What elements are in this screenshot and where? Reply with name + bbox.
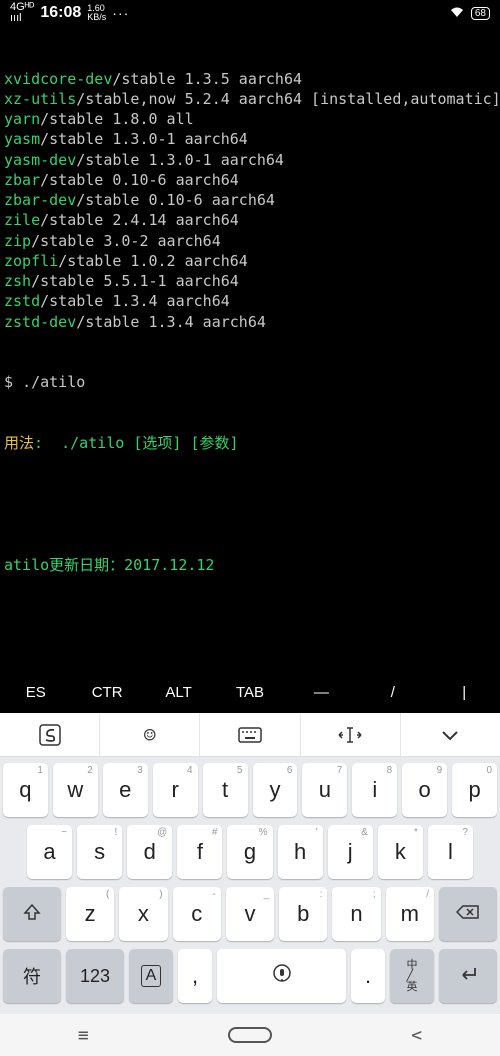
signal-indicator: 4Gᴴᴰ bbox=[10, 1, 34, 13]
command-typed: ./atilo bbox=[22, 373, 85, 391]
shift-key[interactable] bbox=[3, 887, 61, 941]
collapse-icon[interactable] bbox=[401, 713, 500, 756]
package-line: zbar/stable 0.10-6 aarch64 bbox=[4, 170, 496, 190]
key-s[interactable]: !s bbox=[77, 825, 122, 879]
comma-key[interactable]: , bbox=[178, 949, 212, 1003]
shell-prompt: $ bbox=[4, 373, 22, 391]
key-m[interactable]: /m bbox=[386, 887, 434, 941]
package-line: zip/stable 3.0-2 aarch64 bbox=[4, 231, 496, 251]
period-key[interactable]: . bbox=[351, 949, 385, 1003]
package-line: zsh/stable 5.5.1-1 aarch64 bbox=[4, 271, 496, 291]
ime-toolbar: ☺ bbox=[0, 713, 500, 757]
enter-key[interactable] bbox=[439, 949, 497, 1003]
key-ctrl[interactable]: CTR bbox=[71, 684, 142, 701]
nav-home-icon[interactable] bbox=[225, 1027, 275, 1043]
package-line: yasm-dev/stable 1.3.0-1 aarch64 bbox=[4, 150, 496, 170]
key-slash[interactable]: / bbox=[357, 684, 428, 701]
update-info: atilo更新日期：2017.12.12 bbox=[4, 555, 496, 575]
key-o[interactable]: 9o bbox=[402, 763, 447, 817]
key-a[interactable]: ~a bbox=[27, 825, 72, 879]
key-t[interactable]: 5t bbox=[203, 763, 248, 817]
symbol-key[interactable]: 符 bbox=[3, 949, 61, 1003]
usage-text: : ./atilo [选项] [参数] bbox=[34, 434, 239, 452]
key-v[interactable]: _v bbox=[226, 887, 274, 941]
key-u[interactable]: 7u bbox=[302, 763, 347, 817]
backspace-key[interactable] bbox=[439, 887, 497, 941]
space-key[interactable] bbox=[217, 949, 346, 1003]
package-line: zopfli/stable 1.0.2 aarch64 bbox=[4, 251, 496, 271]
android-navbar: ≡ < bbox=[0, 1014, 500, 1056]
key-p[interactable]: 0p bbox=[452, 763, 497, 817]
nav-back-icon[interactable]: < bbox=[392, 1025, 442, 1046]
ime-switch-key[interactable]: 中╱英 bbox=[390, 949, 434, 1003]
clock: 16:08 bbox=[40, 4, 81, 22]
terminal-key-row: ES CTR ALT TAB — / | bbox=[0, 671, 500, 713]
package-line: zbar-dev/stable 0.10-6 aarch64 bbox=[4, 190, 496, 210]
lang-key[interactable]: A bbox=[129, 949, 173, 1003]
more-indicator: ··· bbox=[112, 5, 129, 21]
key-e[interactable]: 3e bbox=[103, 763, 148, 817]
emoji-icon[interactable]: ☺ bbox=[100, 713, 200, 756]
key-alt[interactable]: ALT bbox=[143, 684, 214, 701]
terminal-output[interactable]: xvidcore-dev/stable 1.3.5 aarch64xz-util… bbox=[0, 26, 500, 671]
key-n[interactable]: ;n bbox=[332, 887, 380, 941]
package-line: zstd-dev/stable 1.3.4 aarch64 bbox=[4, 312, 496, 332]
nav-menu-icon[interactable]: ≡ bbox=[58, 1025, 108, 1046]
number-key[interactable]: 123 bbox=[66, 949, 124, 1003]
sogou-icon[interactable] bbox=[0, 713, 100, 756]
package-line: xz-utils/stable,now 5.2.4 aarch64 [insta… bbox=[4, 89, 496, 109]
key-z[interactable]: (z bbox=[66, 887, 114, 941]
key-esc[interactable]: ES bbox=[0, 684, 71, 701]
package-line: zile/stable 2.4.14 aarch64 bbox=[4, 210, 496, 230]
wifi-icon bbox=[449, 6, 465, 21]
cursor-icon[interactable] bbox=[301, 713, 401, 756]
keyboard-icon[interactable] bbox=[200, 713, 300, 756]
key-g[interactable]: %g bbox=[227, 825, 272, 879]
key-x[interactable]: )x bbox=[119, 887, 167, 941]
usage-label: 用法 bbox=[4, 434, 34, 452]
key-k[interactable]: *k bbox=[378, 825, 423, 879]
key-tab[interactable]: TAB bbox=[214, 684, 285, 701]
key-i[interactable]: 8i bbox=[352, 763, 397, 817]
key-l[interactable]: ?l bbox=[428, 825, 473, 879]
key-f[interactable]: #f bbox=[177, 825, 222, 879]
key-j[interactable]: &j bbox=[328, 825, 373, 879]
key-w[interactable]: 2w bbox=[53, 763, 98, 817]
package-line: yasm/stable 1.3.0-1 aarch64 bbox=[4, 129, 496, 149]
key-q[interactable]: 1q bbox=[3, 763, 48, 817]
key-r[interactable]: 4r bbox=[153, 763, 198, 817]
soft-keyboard: 1q2w3e4r5t6y7u8i9o0p ~a!s@d#f%g'h&j*k?l … bbox=[0, 757, 500, 1014]
key-c[interactable]: -c bbox=[173, 887, 221, 941]
key-pipe[interactable]: | bbox=[429, 684, 500, 701]
key-b[interactable]: :b bbox=[279, 887, 327, 941]
battery-indicator: 68 bbox=[471, 7, 490, 20]
status-bar: 4Gᴴᴰıııl 16:08 1.60KB/s ··· 68 bbox=[0, 0, 500, 26]
key-d[interactable]: @d bbox=[127, 825, 172, 879]
key-dash[interactable]: — bbox=[286, 684, 357, 701]
package-line: yarn/stable 1.8.0 all bbox=[4, 109, 496, 129]
package-line: zstd/stable 1.3.4 aarch64 bbox=[4, 291, 496, 311]
package-line: xvidcore-dev/stable 1.3.5 aarch64 bbox=[4, 69, 496, 89]
key-h[interactable]: 'h bbox=[278, 825, 323, 879]
key-y[interactable]: 6y bbox=[253, 763, 298, 817]
